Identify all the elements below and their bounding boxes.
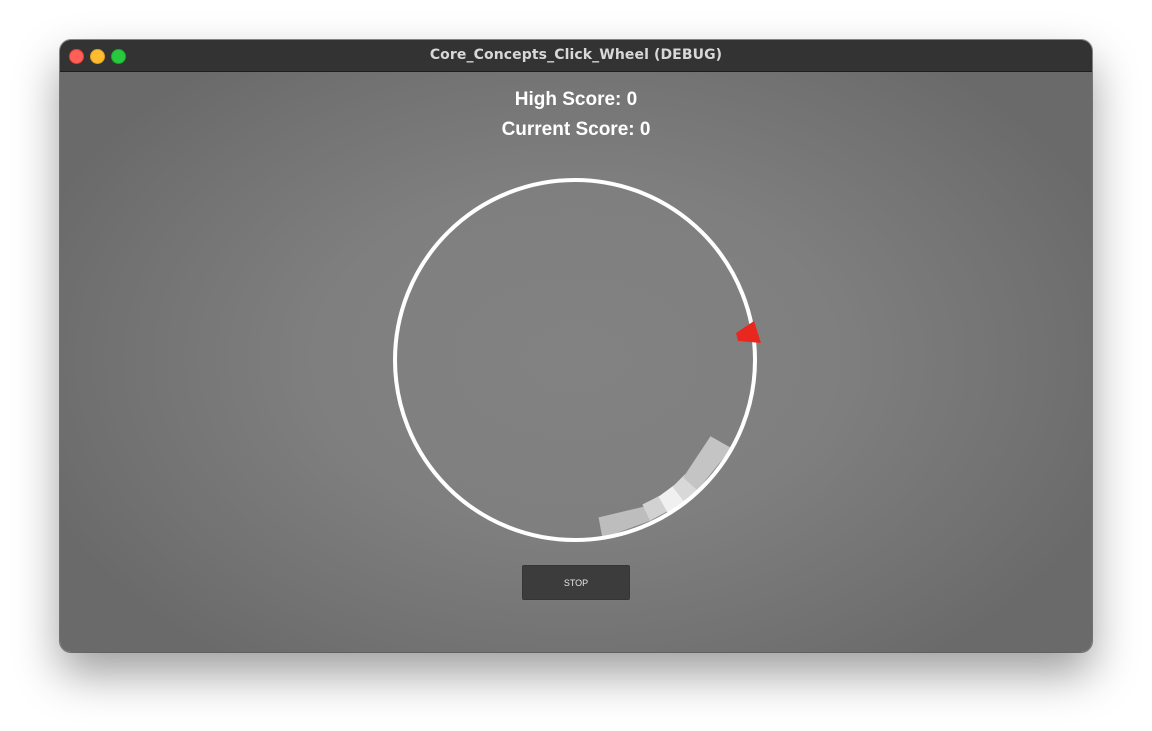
click-wheel [393,178,761,542]
stop-button[interactable]: STOP [522,565,630,600]
pointer-triangle [736,321,761,343]
wheel-ring [393,178,757,542]
target-zone [598,436,732,539]
app-window: Core_Concepts_Click_Wheel (DEBUG) High S… [60,40,1092,652]
